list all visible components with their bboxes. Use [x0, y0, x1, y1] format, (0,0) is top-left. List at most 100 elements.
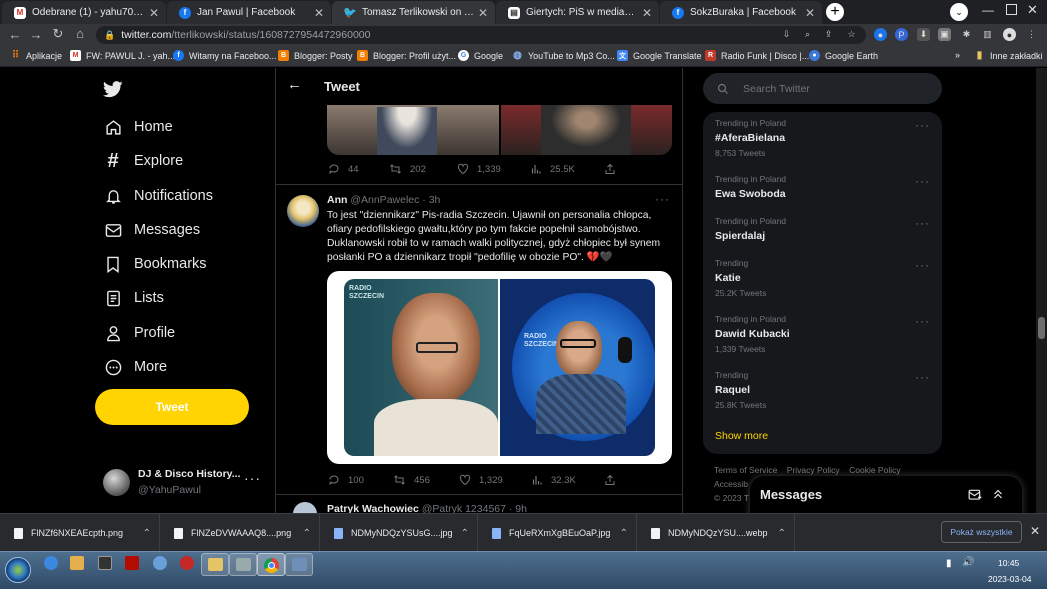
trend-more-icon[interactable]: ··· — [915, 174, 930, 188]
download-item[interactable]: FlNZf6NXEAEcpth.png ⌃ — [0, 514, 160, 552]
download-item[interactable]: NDMyNDQzYSUsG....jpg ⌃ — [320, 514, 478, 552]
clock-date[interactable]: 2023-03-04 — [988, 574, 1031, 584]
nav-lists[interactable]: Lists — [104, 289, 164, 307]
trend-item[interactable]: Trending Katie 25.2K Tweets ··· — [715, 258, 940, 298]
scrollbar-thumb[interactable] — [1038, 317, 1045, 339]
browser-tab-facebook-jan[interactable]: f Jan Pawul | Facebook ✕ — [167, 1, 331, 24]
cookie-link[interactable]: Cookie Policy — [849, 465, 901, 475]
download-item[interactable]: NDMyNDQzYSU....webp ⌃ — [637, 514, 795, 552]
chevron-up-icon[interactable] — [992, 488, 1004, 500]
author-handle[interactable]: @AnnPawelec — [350, 194, 419, 206]
bookmark-other[interactable]: ▮ Inne zakładki — [974, 50, 1043, 61]
clock-time[interactable]: 10:45 — [998, 558, 1019, 568]
extension-icon[interactable]: ● — [874, 28, 887, 41]
profile-avatar-icon[interactable]: ● — [1003, 28, 1016, 41]
bookmark-radio-funk[interactable]: R Radio Funk | Disco |... — [705, 50, 809, 61]
app-icon[interactable] — [98, 556, 112, 570]
share-icon[interactable] — [604, 163, 616, 175]
chevron-up-icon[interactable]: ⌃ — [461, 528, 469, 539]
close-icon[interactable]: ✕ — [311, 6, 327, 20]
acrobat-icon[interactable] — [125, 556, 139, 570]
show-more-link[interactable]: Show more — [715, 430, 768, 442]
volume-icon[interactable]: 🔊 — [962, 557, 974, 568]
bookmarks-overflow-button[interactable]: » — [955, 50, 960, 60]
reply-action[interactable]: 100 — [328, 474, 364, 486]
taskbar-app-button[interactable] — [201, 553, 229, 576]
forward-arrow-icon[interactable]: → — [26, 27, 46, 42]
star-bookmark-icon[interactable]: ☆ — [845, 28, 858, 41]
trend-item[interactable]: Trending Raquel 25.8K Tweets ··· — [715, 370, 940, 410]
previous-tweet-image-left[interactable] — [327, 105, 499, 155]
account-menu-icon[interactable]: ··· — [244, 470, 261, 486]
next-author-name[interactable]: Patryk Wachowiec — [327, 503, 419, 513]
download-item[interactable]: FqUeRXmXgBEuOaP.jpg ⌃ — [478, 514, 637, 552]
nav-home[interactable]: Home — [104, 118, 173, 136]
browser-tab-sokzburaka[interactable]: f SokzBuraka | Facebook ✕ — [660, 1, 822, 24]
retweet-action[interactable]: 202 — [389, 163, 426, 175]
network-icon[interactable]: ▮ — [946, 558, 952, 569]
install-app-icon[interactable]: ⇩ — [780, 28, 793, 41]
bookmark-google[interactable]: G Google — [458, 50, 503, 61]
messages-drawer[interactable]: Messages — [750, 476, 1022, 513]
twitter-logo-icon[interactable] — [103, 81, 123, 98]
trend-more-icon[interactable]: ··· — [915, 258, 930, 272]
nav-notifications[interactable]: Notifications — [104, 187, 213, 205]
maximize-window-button[interactable] — [1006, 4, 1017, 15]
close-icon[interactable]: ✕ — [639, 6, 655, 20]
taskbar-app-button[interactable] — [285, 553, 313, 576]
tweet-image-card[interactable]: RADIO SZCZECIN RADIO SZCZECIN — [327, 271, 672, 464]
explorer-icon[interactable] — [70, 556, 84, 570]
chevron-up-icon[interactable]: ⌃ — [143, 528, 151, 539]
like-action[interactable]: 1,339 — [457, 163, 501, 175]
tab-search-chevron-icon[interactable]: ⌄ — [950, 3, 968, 21]
next-tweet-time[interactable]: · 9h — [509, 503, 527, 513]
terms-link[interactable]: Terms of Service — [714, 465, 777, 475]
share-icon[interactable] — [604, 474, 616, 486]
browser-tab-gmail[interactable]: M Odebrane (1) - yahu70@gmail.com ✕ — [2, 1, 166, 24]
bookmark-google-earth[interactable]: ● Google Earth — [809, 50, 878, 61]
app-icon[interactable] — [180, 556, 194, 570]
taskbar-app-button[interactable] — [229, 553, 257, 576]
show-all-downloads-button[interactable]: Pokaż wszystkie — [941, 521, 1022, 543]
extension-icon[interactable]: P — [895, 28, 908, 41]
accessibility-link[interactable]: Accessib — [714, 479, 748, 489]
search-input[interactable]: Search Twitter — [703, 73, 942, 104]
tweet-button[interactable]: Tweet — [95, 389, 249, 425]
bookmark-youtube-mp3[interactable]: ◍ YouTube to Mp3 Co... — [512, 50, 615, 61]
back-arrow-icon[interactable]: ← — [287, 76, 302, 93]
account-avatar[interactable] — [103, 469, 130, 496]
nav-messages[interactable]: Messages — [104, 221, 200, 239]
home-icon[interactable]: ⌂ — [70, 26, 90, 41]
chrome-menu-icon[interactable]: ⋮ — [1025, 28, 1038, 41]
tweet-time[interactable]: · 3h — [422, 194, 440, 206]
bookmark-facebook[interactable]: f Witamy na Faceboo... — [173, 50, 277, 61]
close-icon[interactable]: ✕ — [802, 6, 818, 20]
download-item[interactable]: FlNZeDVWAAAQ8....png ⌃ — [160, 514, 320, 552]
browser-tab-twitter[interactable]: 🐦 Tomasz Terlikowski on Twitter: "W ✕ — [332, 1, 495, 24]
author-name[interactable]: Ann — [327, 194, 347, 206]
close-icon[interactable]: ✕ — [146, 6, 162, 20]
extensions-puzzle-icon[interactable]: ✱ — [960, 28, 973, 41]
chevron-up-icon[interactable]: ⌃ — [303, 528, 311, 539]
download-extension-icon[interactable]: ⬇ — [917, 28, 930, 41]
trend-more-icon[interactable]: ··· — [915, 314, 930, 328]
views-action[interactable]: 32.3K — [531, 474, 576, 486]
page-scrollbar[interactable] — [1036, 68, 1047, 513]
nav-profile[interactable]: Profile — [104, 324, 175, 342]
new-message-icon[interactable] — [968, 489, 982, 501]
chevron-up-icon[interactable]: ⌃ — [620, 528, 628, 539]
bookmark-google-translate[interactable]: 文 Google Translate — [617, 50, 702, 61]
next-author-handle[interactable]: @Patryk 1234567 — [422, 503, 506, 513]
trend-more-icon[interactable]: ··· — [915, 370, 930, 384]
retweet-action[interactable]: 456 — [393, 474, 430, 486]
tweet-more-icon[interactable]: ··· — [655, 192, 670, 206]
share-icon[interactable]: ⇪ — [822, 28, 835, 41]
new-tab-button[interactable]: + — [826, 3, 844, 21]
zoom-icon[interactable]: ⌕ — [801, 28, 814, 41]
sidebar-icon[interactable]: ▥ — [981, 28, 994, 41]
app-icon[interactable] — [153, 556, 167, 570]
reload-icon[interactable]: ↻ — [48, 26, 68, 42]
bookmark-fw-pawul[interactable]: M FW: PAWUL J. - yah... — [70, 50, 175, 61]
close-icon[interactable]: ✕ — [475, 6, 491, 20]
chevron-up-icon[interactable]: ⌃ — [778, 528, 786, 539]
